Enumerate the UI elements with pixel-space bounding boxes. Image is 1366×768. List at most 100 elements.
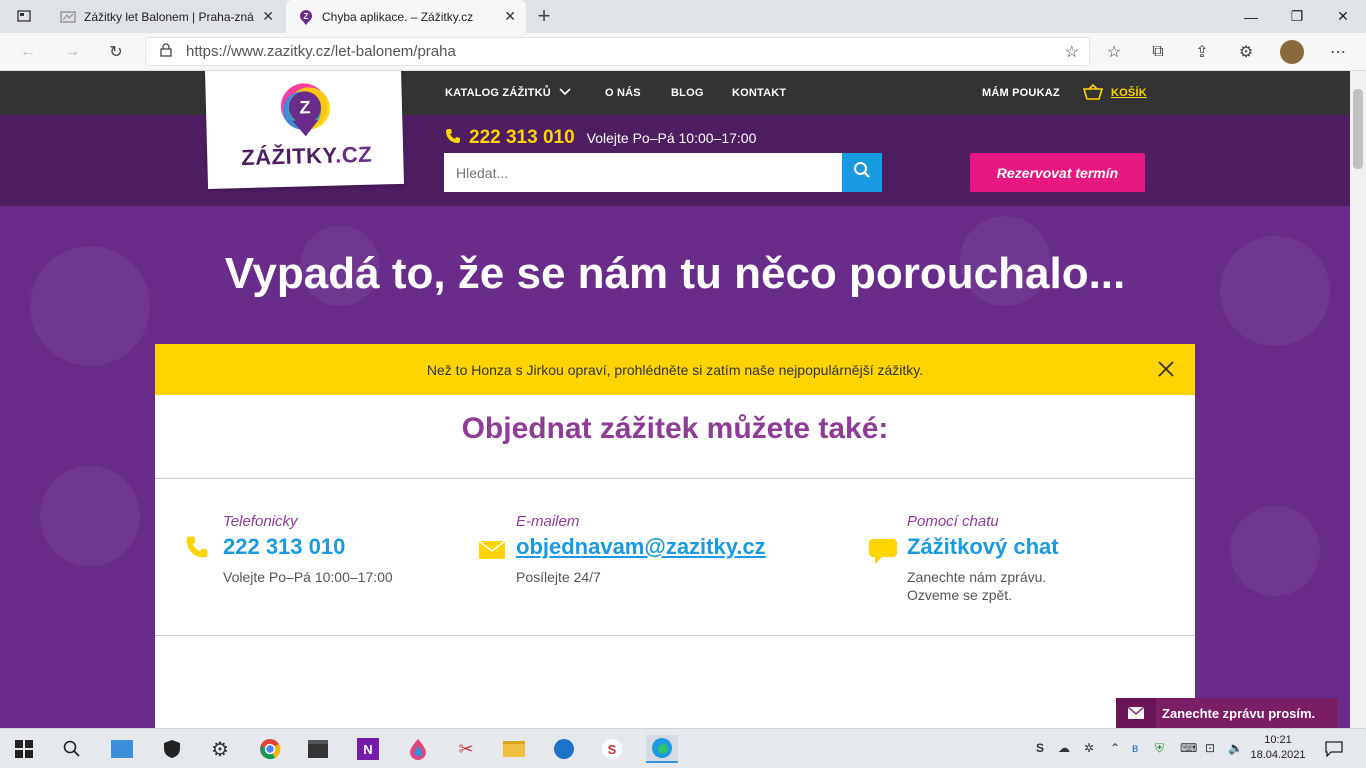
collections-icon[interactable]: ⧉ [1144, 39, 1172, 65]
clock-time: 10:21 [1264, 734, 1292, 746]
refresh-icon[interactable]: ↻ [102, 39, 130, 65]
content-card: Než to Honza s Jirkou opraví, prohlédnět… [155, 344, 1195, 728]
notifications-icon[interactable] [1320, 735, 1348, 763]
contact-options: Telefonicky 222 313 010 Volejte Po–Pá 10… [155, 478, 1195, 636]
site-logo[interactable]: Z ZÁŽITKY.CZ [205, 71, 405, 189]
close-icon[interactable] [1155, 358, 1177, 380]
bg-pattern-shape [1230, 506, 1320, 596]
contact-email-link[interactable]: objednavam@zazitky.cz [516, 534, 766, 560]
page-scrollbar[interactable] [1350, 71, 1366, 728]
search-button[interactable] [842, 153, 882, 192]
tray-shield-icon[interactable]: ⛨ [1155, 741, 1164, 756]
logo-text: ZÁŽITKY.CZ [241, 142, 373, 171]
new-tab-icon[interactable]: + [530, 3, 558, 29]
extensions-icon[interactable]: ⚙ [1232, 39, 1260, 65]
store-icon[interactable] [304, 735, 332, 763]
nav-about[interactable]: O NÁS [605, 71, 641, 115]
top-navigation: KATALOG ZÁŽITKŮ O NÁS BLOG KONTAKT MÁM P… [0, 71, 1350, 115]
input-language-icon[interactable]: ⌨ [1180, 741, 1197, 755]
chat-widget-button[interactable]: Zanechte zprávu prosím. [1116, 698, 1338, 728]
svg-text:Z: Z [299, 97, 311, 117]
header-phone-number[interactable]: 222 313 010 [469, 127, 575, 149]
page-title: Vypadá to, že se nám tu něco porouchalo.… [224, 249, 1126, 298]
order-title: Objednat zážitek můžete také: [461, 412, 889, 445]
header-phone-hours: Volejte Po–Pá 10:00–17:00 [586, 130, 757, 146]
nav-cart[interactable]: KOŠÍK [1082, 71, 1147, 115]
onenote-icon[interactable]: N [354, 735, 382, 763]
close-tab-icon[interactable]: ✕ [262, 8, 274, 25]
chat-icon [869, 539, 897, 570]
favorites-icon[interactable]: ☆ [1100, 39, 1128, 65]
contact-phone-desc: Volejte Po–Pá 10:00–17:00 [223, 569, 393, 585]
snipping-tool-icon[interactable]: ✂ [452, 735, 480, 763]
nav-contact[interactable]: KONTAKT [732, 71, 786, 115]
clock-date: 18.04.2021 [1250, 749, 1306, 761]
file-explorer-icon[interactable] [500, 735, 528, 763]
tray-app-icon[interactable]: ✲ [1084, 741, 1094, 755]
tab-actions-icon[interactable] [10, 3, 38, 29]
edge-icon[interactable] [646, 735, 678, 763]
lock-icon [160, 43, 172, 60]
chat-widget-label: Zanechte zprávu prosím. [1162, 705, 1316, 721]
notice-text: Než to Honza s Jirkou opraví, prohlédnět… [426, 361, 924, 378]
close-tab-icon[interactable]: ✕ [504, 8, 516, 25]
network-icon[interactable]: ⊡ [1205, 741, 1215, 755]
nav-voucher[interactable]: MÁM POUKAZ [982, 71, 1060, 115]
profile-avatar[interactable] [1278, 39, 1306, 65]
scrollbar-thumb[interactable] [1353, 89, 1363, 169]
contact-email-label: E-mailem [516, 513, 580, 530]
control-panel-icon[interactable] [108, 735, 136, 763]
phone-icon [445, 128, 461, 149]
chrome-icon[interactable] [256, 735, 284, 763]
notice-banner: Než to Honza s Jirkou opraví, prohlédnět… [155, 344, 1195, 395]
start-icon[interactable] [10, 735, 38, 763]
close-window-icon[interactable]: ✕ [1320, 0, 1366, 33]
app-globe-icon[interactable] [550, 735, 578, 763]
envelope-icon [1116, 698, 1156, 728]
paint-drop-icon[interactable] [404, 735, 432, 763]
chevron-up-icon[interactable]: ⌃ [1110, 741, 1120, 755]
app-s-icon[interactable]: S [598, 735, 626, 763]
zazitky-favicon-icon: Z [298, 9, 314, 25]
address-bar[interactable]: https://www.zazitky.cz/let-balonem/praha… [145, 37, 1090, 66]
search-icon [853, 161, 871, 184]
contact-email: E-mailem objednavam@zazitky.cz Posílejte… [516, 513, 766, 586]
nav-blog[interactable]: BLOG [671, 71, 704, 115]
browser-toolbar: ← → ↻ https://www.zazitky.cz/let-balonem… [0, 33, 1366, 71]
security-shield-icon[interactable] [158, 735, 186, 763]
settings-gear-icon[interactable]: ⚙ [206, 735, 234, 763]
bluetooth-icon[interactable]: ʙ [1132, 741, 1138, 755]
contact-phone-label: Telefonicky [223, 513, 298, 530]
svg-text:Z: Z [304, 12, 309, 21]
contact-chat-label: Pomocí chatu [907, 513, 999, 530]
system-clock[interactable]: 10:21 18.04.2021 [1250, 733, 1306, 763]
search-icon[interactable] [58, 735, 86, 763]
forward-icon[interactable]: → [58, 39, 86, 65]
reserve-button[interactable]: Rezervovat termín [970, 153, 1145, 192]
header-phone: 222 313 010 Volejte Po–Pá 10:00–17:00 [445, 127, 756, 149]
page-favicon-icon [60, 9, 76, 25]
nav-catalog[interactable]: KATALOG ZÁŽITKŮ [445, 71, 571, 115]
contact-chat-link[interactable]: Zážitkový chat [907, 534, 1059, 560]
search-input[interactable] [444, 153, 842, 192]
onedrive-icon[interactable]: ☁ [1058, 741, 1070, 755]
tab-error[interactable]: Z Chyba aplikace. – Zážitky.cz ✕ [286, 0, 526, 33]
windows-taskbar: ⚙ N ✂ S S ☁ ✲ ⌃ ʙ ⛨ ⌨ ⊡ 🔈 10:21 18.04.20… [0, 728, 1366, 768]
contact-phone-number[interactable]: 222 313 010 [223, 534, 393, 560]
maximize-icon[interactable]: ❐ [1274, 0, 1320, 33]
logo-word: ZÁŽITKY [240, 142, 336, 171]
contact-email-desc: Posílejte 24/7 [516, 569, 601, 585]
more-icon[interactable]: ⋯ [1324, 39, 1352, 65]
tab-title: Chyba aplikace. – Zážitky.cz [322, 9, 474, 24]
share-icon[interactable]: ⇪ [1188, 39, 1216, 65]
bg-pattern-shape [40, 466, 140, 566]
volume-icon[interactable]: 🔈 [1228, 741, 1243, 755]
minimize-icon[interactable]: — [1228, 0, 1274, 33]
contact-phone: Telefonicky 222 313 010 Volejte Po–Pá 10… [223, 513, 393, 586]
back-icon[interactable]: ← [14, 39, 42, 65]
phone-icon [185, 535, 209, 564]
tab-title: Zážitky let Balonem | Praha-znáte [84, 9, 254, 24]
add-favorite-icon[interactable]: ☆ [1065, 42, 1079, 62]
tray-s-icon[interactable]: S [1036, 741, 1044, 755]
tab-balloon[interactable]: Zážitky let Balonem | Praha-znáte ✕ [48, 0, 284, 33]
